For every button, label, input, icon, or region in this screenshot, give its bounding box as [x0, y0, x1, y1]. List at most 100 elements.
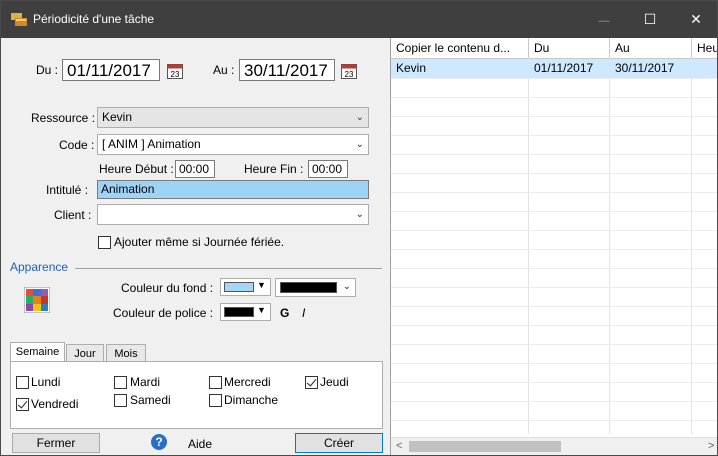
- fond-label: Couleur du fond :: [121, 281, 214, 295]
- scroll-right-icon[interactable]: >: [708, 438, 714, 455]
- du-label: Du :: [36, 63, 59, 77]
- apparence-section-title: Apparence: [10, 260, 69, 274]
- creer-button[interactable]: Créer: [295, 433, 383, 453]
- cell-au: 30/11/2017: [615, 61, 675, 75]
- grid-column-line: [528, 58, 529, 434]
- chevron-down-icon: ⌄: [355, 139, 364, 150]
- cell-copier: Kevin: [396, 61, 427, 75]
- aide-label[interactable]: Aide: [188, 437, 212, 451]
- client-combo[interactable]: ⌄: [97, 204, 369, 225]
- grid-row-line: [391, 287, 717, 288]
- police-color-swatch: [224, 307, 254, 317]
- grid-header: Copier le contenu d... Du Au Heu: [391, 38, 717, 59]
- close-icon: ✕: [690, 11, 702, 27]
- col-header-au[interactable]: Au: [610, 38, 692, 58]
- dimanche-checkbox[interactable]: [209, 394, 222, 407]
- mercredi-label: Mercredi: [224, 375, 271, 389]
- ferie-checkbox[interactable]: [98, 236, 111, 249]
- grid-row-line: [391, 97, 717, 98]
- vendredi-checkbox[interactable]: [16, 398, 29, 411]
- chevron-down-icon: ⌄: [342, 281, 351, 292]
- mardi-checkbox[interactable]: [114, 376, 127, 389]
- fond-color-swatch: [224, 282, 254, 292]
- grid-row-line: [391, 363, 717, 364]
- horizontal-scrollbar[interactable]: < >: [391, 437, 717, 455]
- mardi-label: Mardi: [130, 375, 161, 389]
- grid-row-line: [391, 306, 717, 307]
- au-calendar-day: 23: [345, 70, 354, 79]
- au-date-field[interactable]: 30/11/2017: [239, 59, 335, 81]
- code-label: Code :: [59, 138, 95, 152]
- fond-color-combo[interactable]: ⌄: [275, 278, 356, 297]
- form-panel: Du : 01/11/2017 23 Au : 30/11/2017 23 Re…: [1, 38, 391, 455]
- grid-row-line: [391, 173, 717, 174]
- police-label: Couleur de police :: [113, 306, 214, 320]
- maximize-icon: ☐: [643, 11, 657, 27]
- du-calendar-day: 23: [171, 70, 180, 79]
- du-date-field[interactable]: 01/11/2017: [62, 59, 160, 81]
- grid-row-line: [391, 401, 717, 402]
- palette-icon: [24, 287, 50, 313]
- dimanche-label: Dimanche: [224, 393, 279, 407]
- maximize-button[interactable]: ☐: [627, 1, 673, 38]
- app-icon: [11, 13, 27, 26]
- heure-fin-label: Heure Fin :: [244, 162, 304, 176]
- grid-column-line: [691, 58, 692, 434]
- cell-du: 01/11/2017: [534, 61, 594, 75]
- grid-row-line: [391, 268, 717, 269]
- fond-combo-swatch: [280, 282, 337, 293]
- intitule-label: Intitulé :: [46, 183, 89, 197]
- minimize-button[interactable]: —: [581, 1, 627, 38]
- grid-row-line: [391, 78, 717, 79]
- grid-row-line: [391, 116, 717, 117]
- samedi-label: Samedi: [130, 393, 171, 407]
- dialog-window: Périodicité d'une tâche — ☐ ✕ Du : 01/11…: [0, 0, 718, 456]
- ressource-label: Ressource :: [31, 111, 96, 125]
- police-color-button[interactable]: ▼: [220, 303, 271, 321]
- minimize-icon: —: [598, 15, 610, 27]
- col-header-heure[interactable]: Heu: [692, 38, 717, 58]
- scroll-left-icon[interactable]: <: [396, 438, 402, 455]
- heure-fin-field[interactable]: 00:00: [308, 160, 348, 178]
- jeudi-label: Jeudi: [320, 375, 349, 389]
- chevron-down-icon: ⌄: [355, 209, 364, 220]
- col-header-du[interactable]: Du: [529, 38, 610, 58]
- table-row[interactable]: Kevin 01/11/2017 30/11/2017: [391, 59, 717, 78]
- section-divider: [75, 268, 382, 269]
- grid-row-line: [391, 230, 717, 231]
- close-button[interactable]: ✕: [673, 1, 717, 38]
- lundi-checkbox[interactable]: [16, 376, 29, 389]
- jeudi-checkbox[interactable]: [305, 376, 318, 389]
- mercredi-checkbox[interactable]: [209, 376, 222, 389]
- col-header-copier[interactable]: Copier le contenu d...: [391, 38, 529, 58]
- help-icon[interactable]: ?: [151, 434, 167, 450]
- occurrences-grid: Copier le contenu d... Du Au Heu Kevin 0…: [391, 38, 717, 455]
- grid-row-line: [391, 325, 717, 326]
- ressource-value: Kevin: [102, 110, 133, 124]
- grid-row-line: [391, 154, 717, 155]
- du-calendar-icon[interactable]: 23: [167, 64, 183, 79]
- fermer-button[interactable]: Fermer: [12, 433, 100, 453]
- grid-row-line: [391, 382, 717, 383]
- semaine-panel: Lundi Mardi Mercredi Jeudi Vendredi Same…: [10, 361, 383, 429]
- grid-row-line: [391, 344, 717, 345]
- code-combo[interactable]: [ ANIM ] Animation ⌄: [97, 134, 369, 155]
- grid-row-line: [391, 135, 717, 136]
- scrollbar-thumb[interactable]: [409, 441, 561, 452]
- fond-color-button[interactable]: ▼: [220, 278, 271, 296]
- title-bar: Périodicité d'une tâche — ☐ ✕: [1, 1, 717, 38]
- cell-heure: [692, 59, 717, 78]
- client-label: Client :: [54, 208, 92, 222]
- dropdown-arrow-icon: ▼: [257, 280, 266, 290]
- ressource-combo[interactable]: Kevin ⌄: [97, 107, 369, 128]
- au-calendar-icon[interactable]: 23: [341, 64, 357, 79]
- grid-row-line: [391, 192, 717, 193]
- chevron-down-icon: ⌄: [355, 112, 364, 123]
- bold-toggle[interactable]: G: [280, 306, 289, 320]
- dropdown-arrow-icon: ▼: [257, 305, 266, 315]
- grid-row-line: [391, 249, 717, 250]
- samedi-checkbox[interactable]: [114, 394, 127, 407]
- intitule-field[interactable]: Animation: [97, 180, 369, 199]
- italic-toggle[interactable]: I: [302, 306, 305, 320]
- heure-debut-field[interactable]: 00:00: [175, 160, 215, 178]
